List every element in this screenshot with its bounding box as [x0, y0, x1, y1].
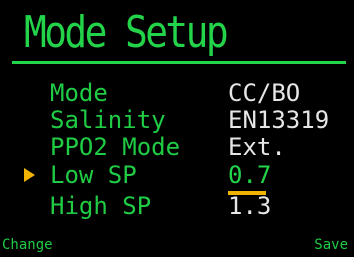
- setting-row-ppo2-mode[interactable]: PPO2 Mode Ext.: [0, 132, 354, 162]
- setting-row-high-sp[interactable]: High SP 1.3: [0, 191, 354, 221]
- softkey-change[interactable]: Change: [2, 236, 53, 254]
- setting-label: Salinity: [50, 106, 166, 134]
- setting-row-low-sp[interactable]: Low SP 0.7: [0, 160, 354, 195]
- setting-label: PPO2 Mode: [50, 133, 181, 161]
- setting-value: Ext.: [228, 133, 286, 161]
- setting-row-mode[interactable]: Mode CC/BO: [0, 78, 354, 108]
- title-divider: [12, 61, 346, 64]
- setting-row-salinity[interactable]: Salinity EN13319: [0, 105, 354, 135]
- setting-value: CC/BO: [228, 79, 301, 107]
- setting-value: 1.3: [228, 192, 272, 220]
- page-title: Mode Setup: [24, 7, 229, 58]
- dive-computer-screen: Mode Setup Mode CC/BO Salinity EN13319 P…: [0, 0, 354, 257]
- setting-label: High SP: [50, 192, 152, 220]
- setting-value: EN13319: [228, 106, 330, 134]
- setting-label: Low SP: [50, 161, 137, 189]
- setting-label: Mode: [50, 79, 108, 107]
- softkey-save[interactable]: Save: [314, 236, 348, 254]
- right-triangle-icon: [24, 168, 35, 182]
- setting-value-selected[interactable]: 0.7: [228, 160, 271, 190]
